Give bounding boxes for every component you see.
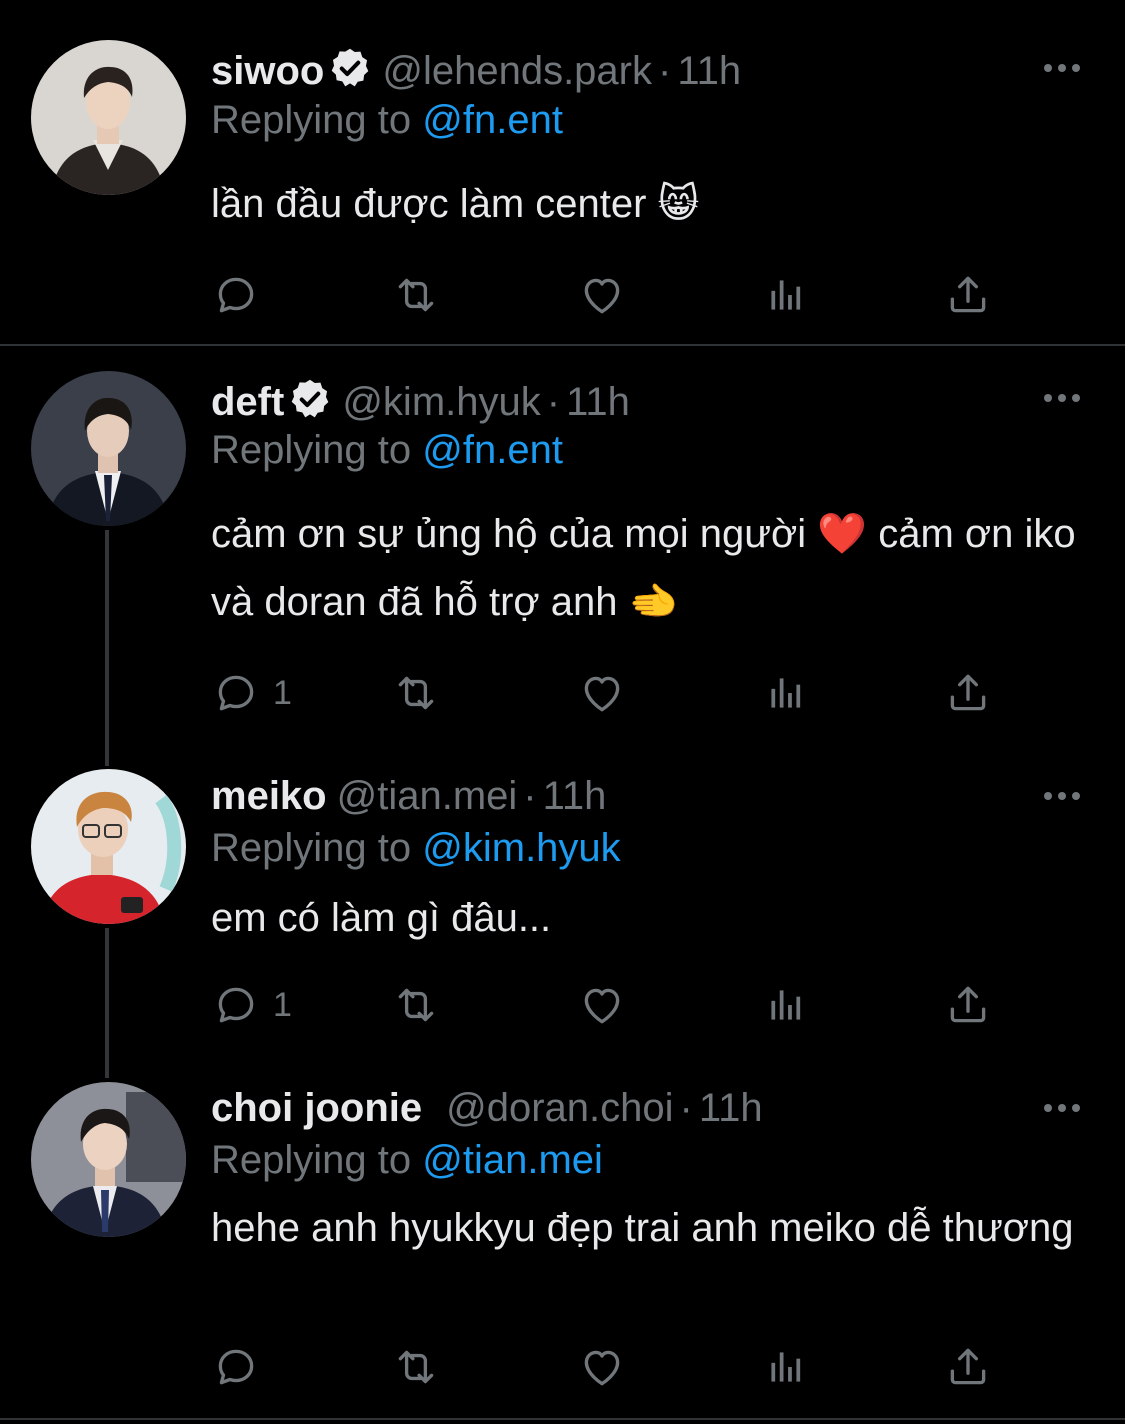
more-icon[interactable] (1040, 58, 1084, 78)
views-icon (761, 980, 811, 1030)
tweet-meiko[interactable]: meiko @tian.mei · 11h Replying to @kim.hyuk… (0, 756, 1125, 1066)
user-handle[interactable]: @tian.mei (337, 774, 518, 818)
avatar[interactable] (31, 1082, 186, 1237)
more-icon[interactable] (1040, 1098, 1084, 1118)
tweet-text: cảm ơn sự ủng hộ của mọi người ❤️ cảm ơn… (211, 512, 1076, 624)
views-icon (761, 1342, 811, 1392)
avatar[interactable] (31, 371, 186, 526)
reply-button[interactable] (211, 270, 273, 320)
tweet-actions (211, 1342, 1011, 1402)
retweet-button[interactable] (391, 980, 441, 1030)
replying-to-label: Replying to (211, 428, 412, 472)
share-button[interactable] (943, 668, 993, 718)
replying-to-label: Replying to (211, 98, 412, 142)
retweet-button[interactable] (391, 270, 441, 320)
replying-to: Replying to @fn.ent (211, 426, 563, 474)
avatar[interactable] (31, 40, 186, 195)
user-handle[interactable]: @kim.hyuk (342, 380, 540, 424)
verified-badge-icon (288, 377, 332, 421)
share-button[interactable] (943, 1342, 993, 1392)
timestamp[interactable]: 11h (677, 49, 741, 93)
like-button[interactable] (577, 1342, 627, 1392)
views-icon (761, 668, 811, 718)
avatar[interactable] (31, 769, 186, 924)
share-icon (943, 668, 993, 718)
retweet-icon (391, 668, 441, 718)
tweet-text: hehe anh hyukkyu đẹp trai anh meiko dễ t… (211, 1206, 1074, 1250)
reply-icon (211, 980, 261, 1030)
reply-button[interactable]: 1 (211, 980, 292, 1030)
share-button[interactable] (943, 270, 993, 320)
like-button[interactable] (577, 980, 627, 1030)
reply-icon (211, 1342, 261, 1392)
tweet-actions: 1 (211, 980, 1011, 1040)
user-handle[interactable]: @lehends.park (382, 49, 652, 93)
separator-dot: · (658, 49, 672, 93)
heart-icon (577, 1342, 627, 1392)
share-icon (943, 270, 993, 320)
reply-icon (211, 270, 261, 320)
reply-button[interactable] (211, 1342, 273, 1392)
reply-button[interactable]: 1 (211, 668, 292, 718)
display-name[interactable]: meiko (211, 774, 327, 818)
reply-count: 1 (273, 673, 292, 712)
tweet-choi-joonie[interactable]: choi joonie @doran.choi · 11h Replying to @… (0, 1066, 1125, 1418)
share-icon (943, 1342, 993, 1392)
retweet-icon (391, 980, 441, 1030)
replying-to: Replying to @tian.mei (211, 1136, 603, 1184)
share-button[interactable] (943, 980, 993, 1030)
heart-icon (577, 980, 627, 1030)
replying-to: Replying to @kim.hyuk (211, 824, 621, 872)
tweet-text: lần đầu được làm center 😸 (211, 182, 700, 226)
tweet-deft[interactable]: deft @kim.hyuk · 11h Replying to @fn.ent cả… (0, 346, 1125, 756)
display-name[interactable]: deft (211, 380, 284, 424)
views-button[interactable] (761, 270, 811, 320)
like-button[interactable] (577, 270, 627, 320)
share-icon (943, 980, 993, 1030)
display-name[interactable]: choi joonie (211, 1086, 422, 1130)
verified-badge-icon (328, 46, 372, 90)
timestamp[interactable]: 11h (543, 774, 607, 818)
separator-dot: · (523, 774, 537, 818)
reply-icon (211, 668, 261, 718)
separator-dot: · (679, 1086, 693, 1130)
replying-to-label: Replying to (211, 1138, 412, 1182)
timestamp[interactable]: 11h (699, 1086, 763, 1130)
timestamp[interactable]: 11h (566, 380, 630, 424)
replying-to: Replying to @fn.ent (211, 96, 563, 144)
replying-to-mention[interactable]: @fn.ent (422, 98, 563, 142)
retweet-button[interactable] (391, 668, 441, 718)
retweet-button[interactable] (391, 1342, 441, 1392)
like-button[interactable] (577, 668, 627, 718)
tweet-actions (211, 270, 1011, 330)
replying-to-label: Replying to (211, 826, 412, 870)
views-button[interactable] (761, 668, 811, 718)
more-icon[interactable] (1040, 388, 1084, 408)
retweet-icon (391, 270, 441, 320)
divider (0, 1418, 1125, 1420)
tweet-siwoo[interactable]: siwoo @lehends.park · 11h Replying to @fn.e… (0, 0, 1125, 344)
tweet-text: em có làm gì đâu... (211, 896, 552, 940)
views-button[interactable] (761, 1342, 811, 1392)
replying-to-mention[interactable]: @tian.mei (422, 1138, 603, 1182)
more-icon[interactable] (1040, 786, 1084, 806)
views-button[interactable] (761, 980, 811, 1030)
retweet-icon (391, 1342, 441, 1392)
reply-count: 1 (273, 985, 292, 1024)
views-icon (761, 270, 811, 320)
display-name[interactable]: siwoo (211, 49, 324, 93)
heart-icon (577, 668, 627, 718)
separator-dot: · (546, 380, 561, 424)
replying-to-mention[interactable]: @kim.hyuk (422, 826, 620, 870)
user-handle[interactable]: @doran.choi (446, 1086, 673, 1130)
heart-icon (577, 270, 627, 320)
replying-to-mention[interactable]: @fn.ent (422, 428, 563, 472)
tweet-actions: 1 (211, 668, 1011, 728)
